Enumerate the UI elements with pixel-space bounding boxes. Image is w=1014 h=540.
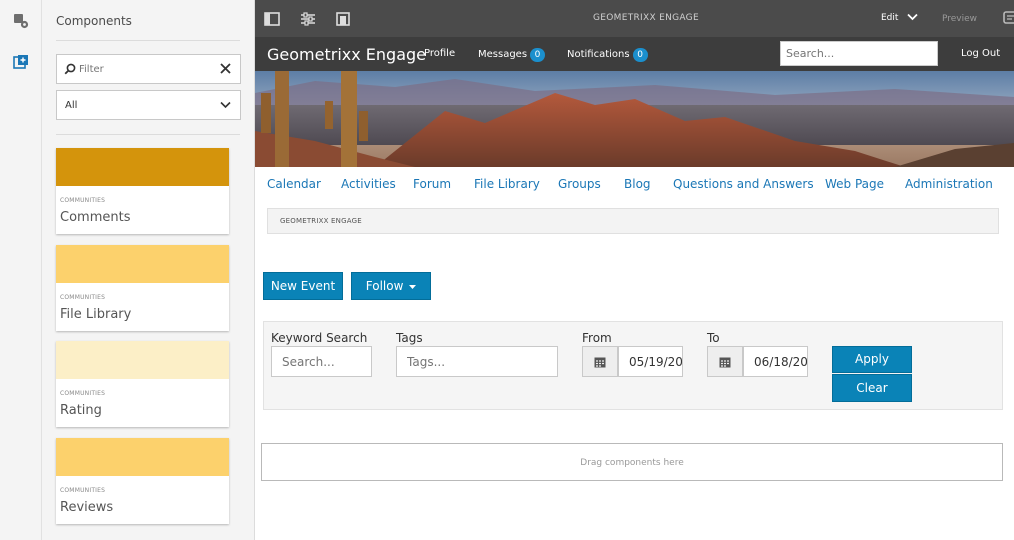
messages-label: Messages <box>478 49 528 60</box>
divider <box>56 134 240 135</box>
component-swatch <box>56 245 229 283</box>
nav-link-file-library[interactable]: File Library <box>474 177 540 191</box>
from-date-input[interactable] <box>618 346 683 377</box>
authoring-window: Components All COMMUNITIES Comments <box>0 0 1014 540</box>
notifications-count-badge: 0 <box>632 48 648 62</box>
keyword-search-input[interactable] <box>271 346 372 377</box>
component-name: Reviews <box>60 500 114 515</box>
calendar-filter-bar: Keyword Search Tags From To Apply Clear <box>263 321 1003 410</box>
component-name: File Library <box>60 307 132 322</box>
search-icon <box>64 63 76 75</box>
site-brand[interactable]: Geometrixx Engage <box>267 45 426 64</box>
components-panel: Components All COMMUNITIES Comments <box>42 0 255 540</box>
page-title: GEOMETRIXX ENGAGE <box>593 13 699 23</box>
component-card-rating[interactable]: COMMUNITIES Rating <box>56 341 229 427</box>
toggle-side-panel-button[interactable] <box>263 10 281 28</box>
follow-button[interactable]: Follow <box>351 272 431 300</box>
profile-link[interactable]: Profile <box>424 48 455 59</box>
nav-link-groups[interactable]: Groups <box>558 177 601 191</box>
clear-button[interactable]: Clear <box>832 374 912 402</box>
nav-link-blog[interactable]: Blog <box>624 177 651 191</box>
mode-selector[interactable]: Edit <box>881 13 898 23</box>
editor-toolbar: GEOMETRIXX ENGAGE Edit Preview <box>255 0 1014 37</box>
calendar-icon <box>594 357 606 367</box>
divider <box>56 40 240 41</box>
calendar-icon <box>719 357 731 367</box>
emulator-button[interactable] <box>334 10 352 28</box>
select-value: All <box>65 100 78 111</box>
to-date-input[interactable] <box>743 346 808 377</box>
component-category: COMMUNITIES <box>60 294 106 301</box>
to-label: To <box>707 331 720 345</box>
nav-link-questions-and-answers[interactable]: Questions and Answers <box>673 177 814 191</box>
components-button[interactable] <box>9 50 33 74</box>
component-card-reviews[interactable]: COMMUNITIES Reviews <box>56 438 229 524</box>
caret-down-icon <box>409 284 417 289</box>
assets-gear-icon <box>14 14 29 29</box>
component-swatch <box>56 438 229 476</box>
component-category: COMMUNITIES <box>60 197 106 204</box>
tags-label: Tags <box>396 331 423 345</box>
page-properties-button[interactable] <box>299 10 317 28</box>
component-swatch <box>56 148 229 186</box>
nav-link-web-page[interactable]: Web Page <box>825 177 884 191</box>
filter-input[interactable] <box>79 55 219 83</box>
notifications-link[interactable]: Notifications 0 <box>567 48 648 62</box>
site-nav: Calendar Activities Forum File Library G… <box>255 167 1014 203</box>
preview-button[interactable]: Preview <box>942 14 977 24</box>
sliders-icon <box>301 12 315 26</box>
messages-link[interactable]: Messages 0 <box>478 48 546 62</box>
desert-landscape-image <box>255 71 1014 167</box>
tags-input[interactable] <box>396 346 558 377</box>
component-category: COMMUNITIES <box>60 487 106 494</box>
component-name: Comments <box>60 210 131 225</box>
chevron-down-icon[interactable] <box>907 13 918 21</box>
component-group-select[interactable]: All <box>56 90 241 120</box>
component-card-comments[interactable]: COMMUNITIES Comments <box>56 148 229 234</box>
nav-link-forum[interactable]: Forum <box>413 177 451 191</box>
apply-button[interactable]: Apply <box>832 346 912 373</box>
keyword-search-label: Keyword Search <box>271 331 368 345</box>
site-banner-image <box>255 71 1014 167</box>
nav-link-calendar[interactable]: Calendar <box>267 177 321 191</box>
to-date-picker-button[interactable] <box>707 346 743 377</box>
device-icon <box>336 12 350 26</box>
components-add-icon <box>13 55 28 69</box>
component-swatch <box>56 341 229 379</box>
dropzone-hint: Drag components here <box>580 458 684 468</box>
notifications-label: Notifications <box>567 49 630 60</box>
from-label: From <box>582 331 612 345</box>
chevron-down-icon <box>220 101 231 109</box>
from-date-picker-button[interactable] <box>582 346 618 377</box>
side-rail <box>0 0 42 540</box>
site-header: Geometrixx Engage Profile Messages 0 Noti… <box>255 37 1014 71</box>
breadcrumb: GEOMETRIXX ENGAGE <box>267 208 999 234</box>
messages-count-badge: 0 <box>530 48 546 62</box>
breadcrumb-item[interactable]: GEOMETRIXX ENGAGE <box>280 217 362 225</box>
assets-button[interactable] <box>9 9 33 33</box>
nav-link-administration[interactable]: Administration <box>905 177 993 191</box>
logout-link[interactable]: Log Out <box>961 48 1000 59</box>
side-panel-icon <box>264 12 280 26</box>
site-search-input[interactable] <box>780 41 938 66</box>
follow-label: Follow <box>365 279 404 293</box>
annotations-icon[interactable] <box>1003 11 1014 27</box>
panel-title: Components <box>56 14 132 28</box>
component-name: Rating <box>60 403 102 418</box>
component-card-file-library[interactable]: COMMUNITIES File Library <box>56 245 229 331</box>
component-dropzone[interactable]: Drag components here <box>261 443 1003 481</box>
new-event-button[interactable]: New Event <box>263 272 343 300</box>
component-filter <box>56 54 241 84</box>
close-icon[interactable] <box>219 62 232 75</box>
component-category: COMMUNITIES <box>60 390 106 397</box>
nav-link-activities[interactable]: Activities <box>341 177 396 191</box>
